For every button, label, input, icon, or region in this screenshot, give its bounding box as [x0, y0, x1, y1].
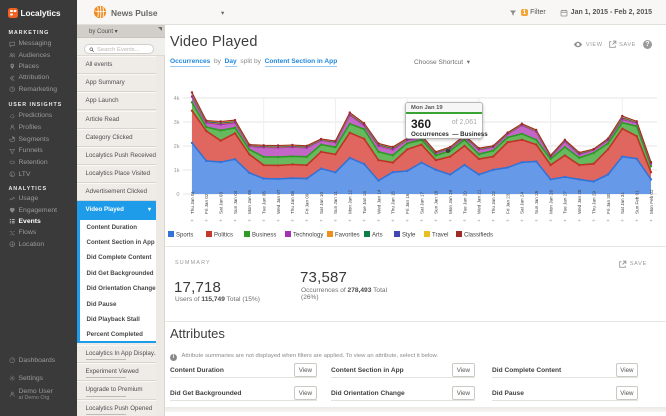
- svg-text:Wed Jan 14: Wed Jan 14: [376, 189, 381, 214]
- svg-text:Fri Jan 23: Fri Jan 23: [505, 193, 510, 214]
- svg-text:Tue Jan 27: Tue Jan 27: [563, 191, 568, 214]
- svg-text:Mon Jan 26: Mon Jan 26: [548, 190, 553, 214]
- svg-text:Sat Jan 24: Sat Jan 24: [520, 192, 525, 214]
- svg-text:0: 0: [176, 192, 179, 198]
- svg-text:Mon Jan 19: Mon Jan 19: [448, 190, 453, 214]
- svg-text:Thu Jan 22: Thu Jan 22: [491, 191, 496, 214]
- svg-text:Sun Feb 01: Sun Feb 01: [635, 190, 640, 214]
- svg-text:Sun Jan 04: Sun Jan 04: [233, 190, 238, 214]
- svg-text:Wed Jan 28: Wed Jan 28: [577, 189, 582, 214]
- svg-text:Thu Jan 15: Thu Jan 15: [391, 191, 396, 214]
- svg-text:Fri Jan 02: Fri Jan 02: [204, 193, 209, 214]
- svg-text:4k: 4k: [174, 96, 180, 102]
- svg-text:Thu Jan 01: Thu Jan 01: [190, 191, 195, 214]
- svg-text:Sat Jan 17: Sat Jan 17: [419, 192, 424, 214]
- svg-text:Sun Jan 11: Sun Jan 11: [333, 191, 338, 214]
- svg-text:Mon Jan 05: Mon Jan 05: [247, 190, 252, 214]
- svg-text:Thu Jan 29: Thu Jan 29: [591, 191, 596, 214]
- svg-text:Sat Jan 03: Sat Jan 03: [219, 192, 224, 214]
- svg-text:1k: 1k: [174, 168, 180, 174]
- svg-text:2k: 2k: [174, 144, 180, 150]
- svg-text:Sun Jan 25: Sun Jan 25: [534, 190, 539, 214]
- svg-text:3k: 3k: [174, 120, 180, 126]
- svg-text:Tue Jan 20: Tue Jan 20: [462, 191, 467, 214]
- svg-text:Fri Jan 30: Fri Jan 30: [606, 193, 611, 214]
- svg-text:Mon Feb 02: Mon Feb 02: [649, 189, 654, 214]
- svg-text:Thu Jan 08: Thu Jan 08: [290, 191, 295, 214]
- svg-text:Tue Jan 13: Tue Jan 13: [362, 191, 367, 214]
- svg-text:Wed Jan 07: Wed Jan 07: [276, 189, 281, 214]
- svg-text:Fri Jan 09: Fri Jan 09: [305, 193, 310, 214]
- svg-text:Tue Jan 06: Tue Jan 06: [262, 191, 267, 214]
- svg-text:Sun Jan 18: Sun Jan 18: [434, 190, 439, 214]
- svg-text:Sat Jan 31: Sat Jan 31: [620, 192, 625, 214]
- svg-text:Fri Jan 16: Fri Jan 16: [405, 193, 410, 214]
- svg-text:Wed Jan 21: Wed Jan 21: [477, 189, 482, 214]
- svg-text:Mon Jan 12: Mon Jan 12: [348, 190, 353, 214]
- svg-text:Sat Jan 10: Sat Jan 10: [319, 192, 324, 214]
